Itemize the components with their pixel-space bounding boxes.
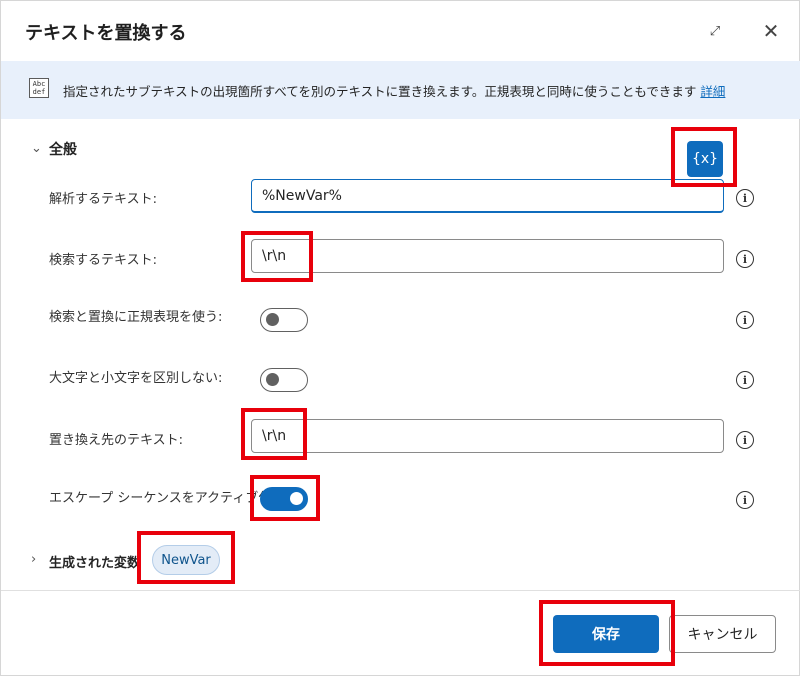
chevron-down-icon[interactable]: ⌄ (31, 141, 42, 156)
info-icon[interactable]: i (736, 311, 754, 329)
general-section-title[interactable]: 全般 (49, 139, 77, 159)
save-button[interactable]: 保存 (553, 615, 659, 653)
escape-sequences-label: エスケープ シーケンスをアクティブ化: (49, 491, 276, 506)
toggle-knob (290, 492, 303, 505)
generated-variables-title[interactable]: 生成された変数 (49, 552, 140, 571)
chevron-right-icon[interactable]: › (31, 552, 36, 567)
text-function-icon: Abc def (29, 78, 49, 98)
search-text-input[interactable]: \r\n (251, 239, 724, 273)
info-icon[interactable]: i (736, 371, 754, 389)
parse-text-input[interactable]: %NewVar% (251, 179, 724, 213)
use-regex-toggle[interactable] (260, 308, 308, 332)
toggle-knob (266, 373, 279, 386)
variables-button[interactable]: {x} (687, 141, 723, 177)
footer-divider (1, 590, 800, 591)
variable-chip[interactable]: NewVar (152, 545, 220, 575)
ignore-case-toggle[interactable] (260, 368, 308, 392)
use-regex-label: 検索と置換に正規表現を使う: (49, 310, 223, 325)
search-text-label: 検索するテキスト: (49, 253, 157, 268)
info-icon[interactable]: i (736, 491, 754, 509)
toggle-knob (266, 313, 279, 326)
escape-sequences-toggle[interactable] (260, 487, 308, 511)
dialog-title: テキストを置換する (25, 23, 187, 44)
info-icon[interactable]: i (736, 431, 754, 449)
replace-text-dialog: テキストを置換する ⤢ ✕ Abc def 指定されたサブテキストの出現箇所すべ… (0, 0, 800, 676)
title-bar: テキストを置換する ⤢ ✕ (1, 1, 800, 61)
info-icon[interactable]: i (736, 250, 754, 268)
banner-description: 指定されたサブテキストの出現箇所すべてを別のテキストに置き換えます。正規表現と同… (63, 81, 725, 100)
close-icon[interactable]: ✕ (757, 17, 785, 45)
details-link[interactable]: 詳細 (700, 84, 725, 99)
replace-text-label: 置き換え先のテキスト: (49, 433, 183, 448)
cancel-button[interactable]: キャンセル (669, 615, 776, 653)
expand-icon[interactable]: ⤢ (701, 17, 729, 45)
replace-text-input[interactable]: \r\n (251, 419, 724, 453)
banner-description-text: 指定されたサブテキストの出現箇所すべてを別のテキストに置き換えます。正規表現と同… (63, 84, 697, 99)
parse-text-label: 解析するテキスト: (49, 192, 157, 207)
ignore-case-label: 大文字と小文字を区別しない: (49, 371, 223, 386)
info-icon[interactable]: i (736, 189, 754, 207)
